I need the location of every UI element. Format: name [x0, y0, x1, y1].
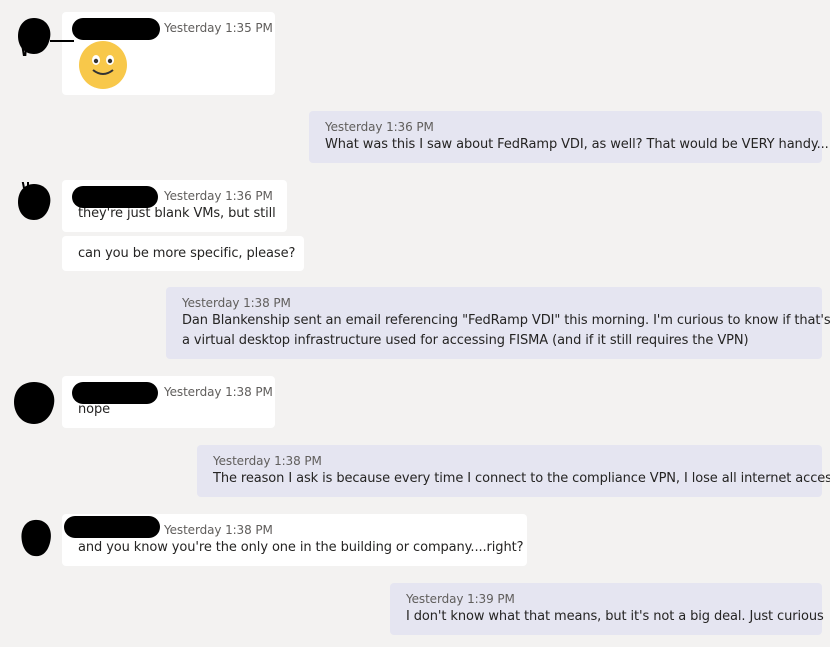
timestamp: Yesterday 1:38 PM [182, 296, 291, 310]
redacted-avatar-icon [14, 382, 55, 424]
timestamp: Yesterday 1:36 PM [325, 120, 434, 134]
avatar[interactable] [16, 16, 52, 61]
redacted-sender-name [72, 186, 158, 208]
message-bubble[interactable]: can you be more specific, please? [62, 236, 304, 271]
message-bubble[interactable]: Yesterday 1:38 PM The reason I ask is be… [197, 445, 830, 497]
redacted-sender-name [72, 18, 160, 40]
message-meta: Yesterday 1:38 PM [182, 295, 806, 311]
message-bubble[interactable]: Yesterday 1:36 PM What was this I saw ab… [309, 111, 829, 163]
redacted-sender-name [72, 382, 158, 404]
message-text: can you be more specific, please? [78, 246, 296, 261]
redacted-avatar-icon [21, 519, 51, 557]
message-text: What was this I saw about FedRamp VDI, a… [325, 137, 829, 152]
message-text: and you know you're the only one in the … [78, 540, 524, 555]
timestamp: Yesterday 1:38 PM [213, 454, 322, 468]
timestamp: Yesterday 1:36 PM [164, 189, 273, 203]
timestamp: Yesterday 1:38 PM [164, 385, 273, 399]
redacted-avatar-icon [18, 18, 51, 61]
message-meta: Yesterday 1:38 PM [213, 453, 806, 469]
redaction-scribble [50, 40, 74, 42]
redacted-sender-name [64, 516, 160, 538]
message-bubble[interactable]: Yesterday 1:38 PM Dan Blankenship sent a… [166, 287, 830, 359]
message-text: I don't know what that means, but it's n… [406, 609, 824, 624]
smile-emoji-icon [79, 41, 127, 89]
avatar[interactable] [12, 380, 56, 426]
avatar[interactable] [18, 518, 54, 558]
message-text: Dan Blankenship sent an email referencin… [182, 313, 830, 328]
message-text-line-2: a virtual desktop infrastructure used fo… [182, 333, 749, 348]
avatar[interactable] [16, 177, 52, 222]
redacted-avatar-icon [18, 177, 51, 220]
message-meta: Yesterday 1:36 PM [325, 119, 806, 135]
message-text: The reason I ask is because every time I… [213, 471, 830, 486]
message-bubble[interactable]: Yesterday 1:39 PM I don't know what that… [390, 583, 824, 635]
timestamp: Yesterday 1:38 PM [164, 523, 273, 537]
message-meta: Yesterday 1:39 PM [406, 591, 806, 607]
timestamp: Yesterday 1:35 PM [164, 21, 273, 35]
timestamp: Yesterday 1:39 PM [406, 592, 515, 606]
